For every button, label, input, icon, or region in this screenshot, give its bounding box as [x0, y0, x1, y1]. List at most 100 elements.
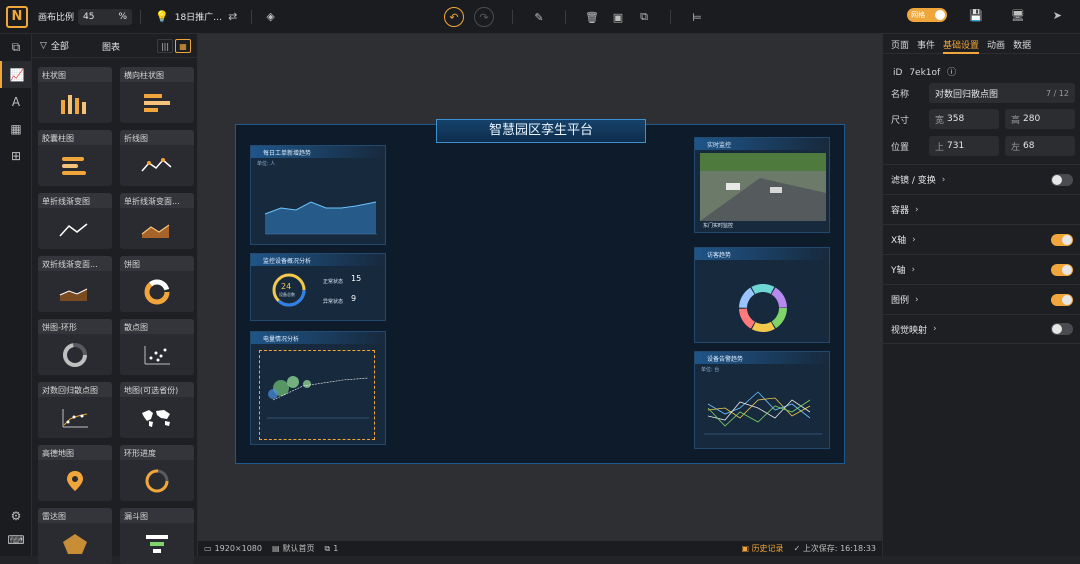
chart-card[interactable]: 对数回归散点图 [38, 382, 112, 438]
line-chart-icon [141, 157, 172, 171]
widget-ticket-trend[interactable]: 每日工单新增趋势 单位: 人 [250, 145, 386, 245]
chart-card-grid: 柱状图 横向柱状图 胶囊柱图 折线图 单折线渐变图 单折线渐变面... 双折线渐… [38, 67, 196, 564]
settings-sliders-icon[interactable]: ⇄ [228, 10, 237, 23]
top-input[interactable]: 上 731 [929, 136, 999, 156]
size-row: 尺寸 宽 358 高 280 [891, 109, 1075, 129]
dashboard-screen[interactable]: 智慧园区孪生平台 每日工单新增趋势 单位: 人 监控设备概况分析 24 设备总数… [235, 119, 845, 464]
history-button[interactable]: ▣ 历史记录 [741, 543, 783, 554]
id-label: iD [893, 68, 903, 78]
chart-icon[interactable]: 📈 [0, 61, 32, 88]
home-page-text[interactable]: 默认首页 [283, 543, 315, 554]
height-input[interactable]: 高 280 [1005, 109, 1075, 129]
chevron-right-icon: › [915, 204, 919, 215]
x-axis-toggle[interactable] [1051, 233, 1073, 246]
tab-data[interactable]: 数据 [1013, 38, 1031, 53]
components-icon[interactable]: ⧉ [0, 34, 32, 61]
widget-title: 设备告警趋势 [695, 352, 829, 364]
chart-card[interactable]: 折线图 [120, 130, 194, 186]
tab-animation[interactable]: 动画 [987, 38, 1005, 53]
chart-card[interactable]: 胶囊柱图 [38, 130, 112, 186]
name-count: 7 / 12 [1045, 88, 1069, 98]
widget-power-analysis[interactable]: 电量情况分析 [250, 331, 386, 445]
widget-device-overview[interactable]: 监控设备概况分析 24 设备总数 正常状态 15 异常状态 9 [250, 253, 386, 321]
section-y-axis[interactable]: Y轴 › [883, 254, 1080, 284]
section-x-axis[interactable]: X轴 › [883, 224, 1080, 254]
left-input[interactable]: 左 68 [1005, 136, 1075, 156]
filter-toggle[interactable] [1051, 173, 1073, 186]
toolbar-right: 网格 💾 🖥 ➤ [907, 8, 1068, 22]
scale-label: 画布比例 [38, 13, 75, 23]
scale-value: 45 [83, 11, 95, 22]
table-icon[interactable]: ▦ [0, 115, 32, 142]
filter-all[interactable]: 全部 [51, 39, 69, 52]
settings-icon[interactable]: ⚙ [0, 502, 32, 529]
widget-title: 实时监控 [695, 138, 829, 150]
funnel-chart-icon [146, 534, 168, 553]
widget-title: 监控设备概况分析 [251, 254, 385, 266]
tab-page[interactable]: 页面 [891, 38, 909, 53]
widget-visitor-trend[interactable]: 访客趋势 [694, 247, 830, 343]
chevron-right-icon: › [911, 264, 916, 275]
section-visual-map[interactable]: 视觉映射 › [883, 314, 1080, 344]
chart-card[interactable]: 柱状图 [38, 67, 112, 123]
legend-toggle[interactable] [1051, 293, 1073, 306]
grid-view-icon[interactable]: ▦ [175, 39, 191, 53]
chart-card[interactable]: 地图(可选省份) [120, 382, 194, 438]
name-row: 名称 对数回归散点图 7 / 12 [891, 83, 1075, 103]
widget-alarm-trend[interactable]: 设备告警趋势 单位: 台 [694, 351, 830, 449]
log-scatter-chart-icon [62, 408, 88, 427]
divider [670, 10, 671, 24]
editor-canvas[interactable]: 智慧园区孪生平台 每日工单新增趋势 单位: 人 监控设备概况分析 24 设备总数… [198, 34, 882, 540]
keyboard-icon[interactable]: ⌨ [0, 526, 32, 553]
scale-input[interactable]: 45 % [78, 8, 133, 25]
undo-icon[interactable]: ↶ [444, 7, 464, 27]
list-view-icon[interactable]: ||| [157, 39, 173, 53]
screen-title: 智慧园区孪生平台 [436, 119, 646, 143]
layers-icon[interactable]: ◈ [266, 10, 274, 23]
divider [512, 10, 513, 24]
widget-title: 电量情况分析 [251, 332, 385, 344]
chart-card[interactable]: 饼图 [120, 256, 194, 312]
widget-icon[interactable]: ⊞ [0, 142, 32, 169]
chart-card[interactable]: 横向柱状图 [120, 67, 194, 123]
y-axis-toggle[interactable] [1051, 263, 1073, 276]
ungroup-icon[interactable]: ⧉ [636, 10, 652, 24]
filter-icon[interactable]: ▽ [40, 41, 47, 51]
widget-live-monitor[interactable]: 实时监控 东门实时监控 [694, 137, 830, 233]
align-icon[interactable]: ⊨ [689, 11, 705, 24]
layer-count-icon: ⧉ [324, 543, 331, 553]
preview-icon[interactable]: 🖥 [1011, 9, 1025, 22]
section-filter-transform[interactable]: 滤镜 / 变换 › [883, 164, 1080, 194]
send-icon[interactable]: ➤ [1053, 9, 1062, 22]
tab-events[interactable]: 事件 [917, 38, 935, 53]
ring-progress-icon [145, 469, 169, 492]
clear-brush-icon[interactable]: ✎ [531, 11, 547, 24]
delete-icon[interactable]: 🗑 [584, 11, 600, 24]
name-input[interactable]: 对数回归散点图 7 / 12 [929, 83, 1075, 103]
chart-card[interactable]: 环形进度 [120, 445, 194, 501]
help-icon[interactable]: ⓘ [947, 68, 956, 78]
text-icon[interactable]: A [0, 88, 32, 115]
chart-card[interactable]: 散点图 [120, 319, 194, 375]
width-input[interactable]: 宽 358 [929, 109, 999, 129]
visual-map-toggle[interactable] [1051, 323, 1073, 335]
panel-title: 图表 [102, 43, 121, 53]
section-legend[interactable]: 图例 › [883, 284, 1080, 314]
chevron-right-icon: › [915, 294, 919, 305]
save-icon[interactable]: 💾 [969, 9, 983, 22]
chart-card[interactable]: 单折线渐变面... [120, 193, 194, 249]
chart-card[interactable]: 单折线渐变图 [38, 193, 112, 249]
chart-card[interactable]: 双折线渐变面... [38, 256, 112, 312]
project-name[interactable]: 18日推广… [175, 10, 222, 23]
chart-card[interactable]: 饼图-环形 [38, 319, 112, 375]
section-label: Y轴 [891, 266, 906, 276]
grid-toggle[interactable]: 网格 [907, 8, 948, 22]
section-container[interactable]: 容器 › [883, 194, 1080, 224]
redo-icon[interactable]: ↷ [474, 7, 494, 27]
tab-basic-settings[interactable]: 基础设置 [943, 38, 980, 54]
group-icon[interactable]: ▣ [610, 11, 626, 24]
properties-panel: 页面 事件 基础设置 动画 数据 iD 7ek1of ⓘ 名称 对数回归散点图 … [882, 34, 1080, 556]
card-label: 地图(可选省份) [120, 382, 194, 397]
log-scatter-preview [267, 376, 369, 419]
chart-card[interactable]: 高德地图 [38, 445, 112, 501]
